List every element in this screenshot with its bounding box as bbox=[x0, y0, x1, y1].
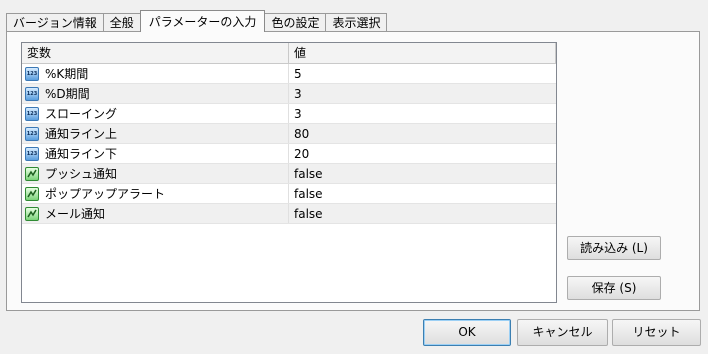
tab-color-settings[interactable]: 色の設定 bbox=[264, 13, 327, 32]
variable-name: スローイング bbox=[45, 106, 118, 121]
value-cell[interactable]: false bbox=[289, 184, 556, 203]
boolean-icon bbox=[25, 186, 39, 201]
variable-name: ポップアップアラート bbox=[45, 186, 166, 201]
variable-cell: 123 %D期間 bbox=[22, 84, 289, 103]
cancel-button[interactable]: キャンセル bbox=[517, 319, 608, 346]
value-cell[interactable]: false bbox=[289, 164, 556, 183]
variable-cell: プッシュ通知 bbox=[22, 164, 289, 183]
number-icon: 123 bbox=[25, 86, 39, 101]
variable-name: メール通知 bbox=[45, 206, 106, 221]
variable-name: %K期間 bbox=[45, 66, 89, 81]
boolean-icon bbox=[25, 206, 39, 221]
reset-button[interactable]: リセット bbox=[612, 319, 701, 346]
number-icon: 123 bbox=[25, 126, 39, 141]
grid-header: 変数 値 bbox=[22, 43, 556, 64]
value-cell[interactable]: 3 bbox=[289, 84, 556, 103]
table-row[interactable]: 123 %D期間 3 bbox=[22, 84, 556, 104]
tab-input-parameters[interactable]: パラメーターの入力 bbox=[139, 10, 266, 32]
table-row[interactable]: 123 スローイング 3 bbox=[22, 104, 556, 124]
tab-general[interactable]: 全般 bbox=[102, 13, 141, 32]
variable-name: 通知ライン下 bbox=[45, 146, 118, 161]
value-cell[interactable]: 5 bbox=[289, 64, 556, 83]
tab-panel: 変数 値 123 %K期間 5 123 %D期間 3 123 スローイング 3 bbox=[6, 31, 700, 311]
parameter-grid: 変数 値 123 %K期間 5 123 %D期間 3 123 スローイング 3 bbox=[21, 42, 557, 303]
table-row[interactable]: メール通知 false bbox=[22, 204, 556, 224]
load-button[interactable]: 読み込み (L) bbox=[567, 236, 661, 260]
number-icon: 123 bbox=[25, 106, 39, 121]
column-header-variable[interactable]: 変数 bbox=[22, 43, 289, 63]
table-row[interactable]: 123 通知ライン下 20 bbox=[22, 144, 556, 164]
tab-version-info[interactable]: バージョン情報 bbox=[6, 13, 104, 32]
value-cell[interactable]: 3 bbox=[289, 104, 556, 123]
value-cell[interactable]: 20 bbox=[289, 144, 556, 163]
save-button[interactable]: 保存 (S) bbox=[567, 276, 661, 300]
number-icon: 123 bbox=[25, 146, 39, 161]
tab-display-selection[interactable]: 表示選択 bbox=[325, 13, 388, 32]
variable-name: 通知ライン上 bbox=[45, 126, 118, 141]
ok-button[interactable]: OK bbox=[423, 319, 511, 346]
table-row[interactable]: 123 %K期間 5 bbox=[22, 64, 556, 84]
number-icon: 123 bbox=[25, 66, 39, 81]
boolean-icon bbox=[25, 166, 39, 181]
variable-cell: メール通知 bbox=[22, 204, 289, 223]
table-row[interactable]: 123 通知ライン上 80 bbox=[22, 124, 556, 144]
variable-cell: 123 通知ライン上 bbox=[22, 124, 289, 143]
variable-cell: 123 通知ライン下 bbox=[22, 144, 289, 163]
value-cell[interactable]: false bbox=[289, 204, 556, 223]
column-header-value[interactable]: 値 bbox=[289, 43, 556, 63]
table-row[interactable]: ポップアップアラート false bbox=[22, 184, 556, 204]
value-cell[interactable]: 80 bbox=[289, 124, 556, 143]
variable-name: %D期間 bbox=[45, 86, 90, 101]
variable-cell: ポップアップアラート bbox=[22, 184, 289, 203]
variable-name: プッシュ通知 bbox=[45, 166, 118, 181]
table-row[interactable]: プッシュ通知 false bbox=[22, 164, 556, 184]
variable-cell: 123 スローイング bbox=[22, 104, 289, 123]
tab-bar: バージョン情報 全般 パラメーターの入力 色の設定 表示選択 bbox=[6, 10, 388, 32]
variable-cell: 123 %K期間 bbox=[22, 64, 289, 83]
